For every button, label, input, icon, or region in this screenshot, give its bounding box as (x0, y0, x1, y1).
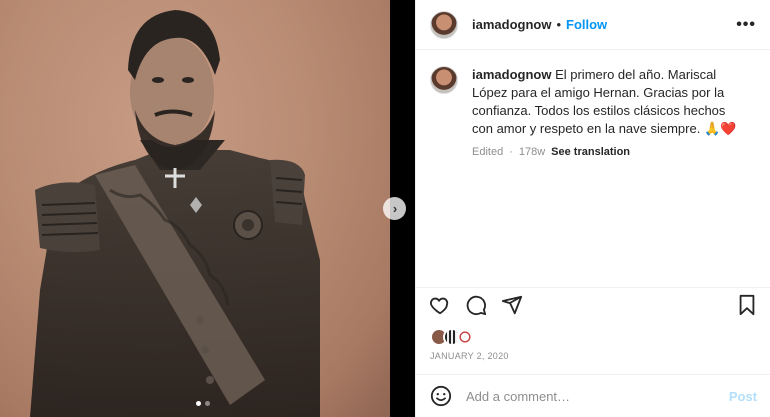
avatar[interactable] (430, 10, 458, 39)
heart-icon[interactable] (428, 293, 452, 317)
caption-meta: Edited · 178w See translation (472, 146, 737, 158)
comment-icon[interactable] (464, 293, 488, 317)
emoji-icon[interactable] (430, 385, 452, 407)
share-icon[interactable] (500, 293, 524, 317)
username-link[interactable]: iamadognow (472, 17, 551, 32)
bookmark-icon[interactable] (735, 293, 759, 317)
portrait-tattoo-illustration (30, 10, 320, 417)
caption-body: iamadognow El primero del año. Mariscal … (472, 66, 737, 158)
action-bar (416, 287, 770, 321)
caption: iamadognow El primero del año. Mariscal … (416, 50, 770, 158)
more-options-icon[interactable]: ••• (736, 16, 756, 34)
chevron-right-icon: › (392, 201, 398, 216)
post-comment-button[interactable]: Post (729, 389, 757, 404)
carousel-dot (205, 401, 210, 406)
next-photo-button[interactable]: › (383, 197, 406, 220)
caption-text: iamadognow El primero del año. Mariscal … (472, 66, 737, 138)
post-age[interactable]: 178w (519, 146, 545, 158)
post-media[interactable]: › (0, 0, 415, 417)
follow-button[interactable]: Follow (566, 17, 607, 32)
edited-label: Edited (472, 146, 504, 158)
post-date[interactable]: JANUARY 2, 2020 (430, 351, 509, 361)
caption-avatar[interactable] (430, 66, 458, 94)
tattoo-photo (0, 0, 390, 417)
carousel-indicator (196, 401, 210, 406)
liker-avatar[interactable] (456, 328, 474, 346)
caption-username-link[interactable]: iamadognow (472, 67, 551, 82)
post-header: iamadognow • Follow ••• (416, 0, 770, 50)
liked-by-avatars[interactable] (430, 328, 474, 346)
post-details-pane: iamadognow • Follow ••• iamadognow El pr… (415, 0, 770, 417)
comment-input[interactable] (466, 388, 706, 404)
carousel-dot-active (196, 401, 201, 406)
meta-separator: · (509, 146, 513, 158)
comment-bar: Post (416, 374, 770, 417)
separator-dot: • (556, 17, 562, 32)
see-translation-button[interactable]: See translation (551, 146, 630, 158)
